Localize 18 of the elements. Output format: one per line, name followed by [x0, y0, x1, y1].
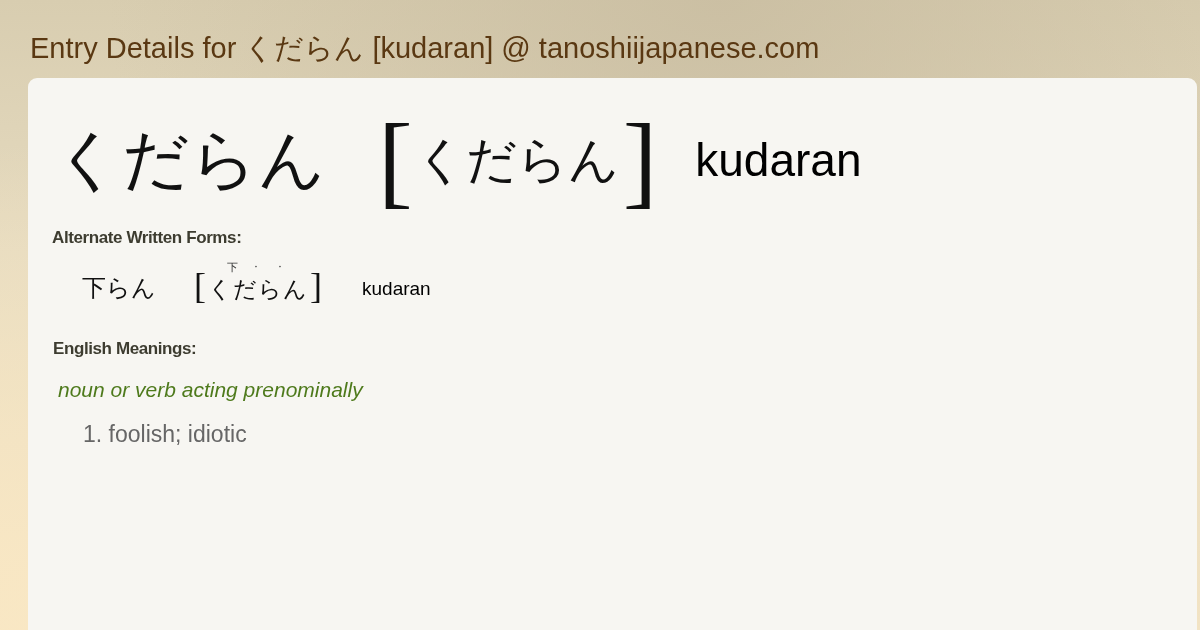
meaning-item: 1. foolish; idiotic: [83, 420, 247, 448]
headword-reading: くだらん: [414, 135, 619, 185]
part-of-speech: noun or verb acting prenominally: [58, 377, 363, 403]
page-title: Entry Details for くだらん [kudaran] @ tanoshiijapanese.com: [30, 31, 820, 65]
section-heading: Alternate Written Forms:: [52, 228, 242, 248]
section-heading: English Meanings:: [53, 339, 197, 359]
headword: くだらん: [54, 127, 326, 193]
furigana-mark: ·: [277, 262, 283, 274]
closing-bracket: ]: [310, 268, 322, 304]
furigana-mark: 下: [225, 262, 239, 274]
furigana-mark: ·: [253, 262, 259, 274]
alternate-reading: くだらん: [208, 275, 308, 304]
alternate-form: 下らん: [82, 273, 156, 304]
closing-bracket: ]: [622, 108, 658, 212]
alternate-romaji: kudaran: [362, 277, 431, 301]
headword-romaji: kudaran: [695, 137, 862, 183]
opening-bracket: [: [194, 268, 206, 304]
opening-bracket: [: [378, 108, 413, 212]
